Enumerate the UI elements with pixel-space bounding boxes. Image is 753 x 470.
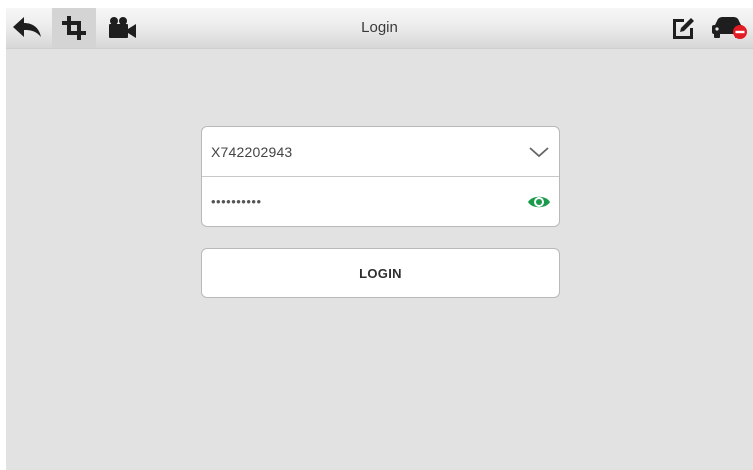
login-screen: Login X742202943 •••••••••• LOGIN: [6, 8, 753, 470]
password-value: ••••••••••: [211, 194, 262, 209]
eye-icon: [528, 196, 550, 207]
username-dropdown-toggle[interactable]: [527, 140, 551, 164]
username-field[interactable]: X742202943: [202, 127, 559, 177]
back-button[interactable]: [10, 8, 44, 48]
edit-icon: [673, 18, 694, 39]
crop-button[interactable]: [52, 8, 96, 48]
video-camera-icon: [109, 17, 136, 38]
crop-icon: [62, 16, 86, 40]
top-toolbar: Login: [6, 8, 753, 49]
chevron-down-icon: [529, 146, 549, 157]
record-video-button[interactable]: [103, 8, 141, 48]
vehicle-status-button[interactable]: [708, 8, 750, 48]
edit-button[interactable]: [666, 8, 700, 48]
login-form: X742202943 ••••••••••: [201, 126, 560, 227]
back-arrow-icon: [13, 17, 41, 37]
page-title: Login: [361, 19, 398, 36]
password-field[interactable]: ••••••••••: [202, 177, 559, 226]
username-value: X742202943: [211, 143, 293, 160]
login-button[interactable]: LOGIN: [201, 248, 560, 298]
show-password-toggle[interactable]: [527, 190, 551, 214]
vehicle-disconnected-icon: [712, 17, 747, 39]
